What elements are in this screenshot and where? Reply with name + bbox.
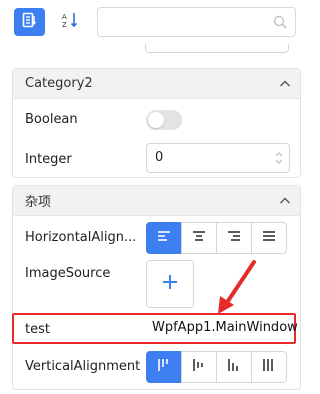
- property-row: VerticalAlignment: [13, 349, 300, 389]
- numeric-spinner-icon[interactable]: [274, 150, 284, 170]
- property-label: VerticalAlignment: [25, 359, 141, 374]
- svg-text:Z: Z: [62, 21, 67, 29]
- integer-numeric-input[interactable]: 0: [146, 143, 290, 173]
- valign-top-option[interactable]: [146, 351, 182, 383]
- align-center-option[interactable]: [181, 222, 217, 254]
- valign-top-icon: [157, 358, 171, 376]
- align-stretch-option[interactable]: [251, 222, 287, 254]
- integer-value: 0: [155, 150, 164, 165]
- svg-text:A: A: [62, 13, 67, 21]
- boolean-toggle[interactable]: [146, 110, 182, 130]
- valign-center-option[interactable]: [181, 351, 217, 383]
- property-row: Boolean: [13, 99, 300, 139]
- property-row: Integer 0: [13, 139, 300, 179]
- property-row: HorizontalAlign...: [13, 216, 300, 258]
- chevron-up-icon: [279, 78, 291, 94]
- category-header[interactable]: 杂项: [13, 186, 300, 216]
- category-card: Category2 Boolean Integer 0: [12, 68, 301, 178]
- valign-bottom-icon: [227, 358, 241, 376]
- plus-icon: [161, 273, 179, 295]
- valign-center-icon: [192, 358, 206, 376]
- valign-stretch-option[interactable]: [251, 351, 287, 383]
- category-title: Category2: [25, 76, 93, 91]
- categorized-sort-button[interactable]: [14, 8, 45, 36]
- align-left-icon: [157, 230, 171, 246]
- image-source-picker[interactable]: [146, 260, 194, 308]
- vertical-alignment-selector[interactable]: [146, 351, 287, 383]
- search-icon: [272, 14, 288, 34]
- category-header[interactable]: Category2: [13, 69, 300, 99]
- test-value[interactable]: WpfApp1.MainWindow: [152, 320, 298, 335]
- valign-bottom-option[interactable]: [216, 351, 252, 383]
- chevron-up-icon: [279, 195, 291, 211]
- toggle-knob: [148, 112, 164, 128]
- property-label: ImageSource: [25, 266, 111, 281]
- search-input[interactable]: [97, 7, 296, 37]
- align-right-option[interactable]: [216, 222, 252, 254]
- category-title: 杂项: [25, 195, 52, 210]
- partial-value-field[interactable]: [145, 44, 289, 53]
- property-label: HorizontalAlign...: [25, 230, 137, 245]
- align-left-option[interactable]: [146, 222, 182, 254]
- horizontal-alignment-selector[interactable]: [146, 222, 287, 254]
- property-label: Integer: [25, 152, 72, 167]
- partial-label: [24, 44, 74, 48]
- alphabetical-sort-button[interactable]: A Z: [54, 8, 85, 36]
- alphabetical-sort-icon: A Z: [61, 11, 79, 33]
- align-center-icon: [192, 230, 206, 246]
- categorized-sort-icon: [22, 12, 38, 32]
- property-grid-toolbar: A Z: [0, 0, 306, 44]
- align-right-icon: [227, 230, 241, 246]
- property-label: Boolean: [25, 112, 78, 127]
- valign-stretch-icon: [262, 358, 276, 376]
- align-stretch-icon: [262, 230, 276, 246]
- annotation-arrow-icon: [200, 258, 260, 322]
